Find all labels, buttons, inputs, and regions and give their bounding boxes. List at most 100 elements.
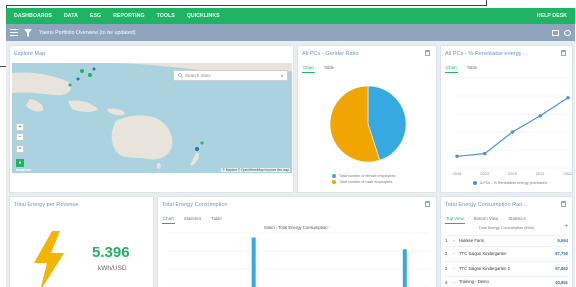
card-tabs: Chart Table [302,64,335,73]
data-point [483,151,487,156]
card-tabs: Chart Statistics Table [162,215,223,224]
export-icon[interactable] [561,201,566,207]
menu-icon[interactable] [10,29,18,36]
tab-statistics[interactable]: Statistics [183,215,203,224]
rank-number: 4 [445,279,448,285]
add-icon[interactable]: + [564,224,568,230]
data-point [510,130,515,134]
frame-right-line [486,0,487,6]
ranking-header: Total Energy Consumption (kWh) [478,226,535,230]
chevron-down-icon[interactable]: ▾ [281,73,283,78]
locate-icon[interactable]: ● [16,159,24,167]
chart-title: Solen - Total Energy Consumption - [263,225,331,230]
nav-data[interactable]: DATA [64,13,78,19]
site-value: 57,862 [555,266,568,271]
tab-statistics[interactable]: Statistics [507,215,527,224]
bar [402,249,407,287]
filter-icon[interactable] [23,28,33,38]
nav-esg[interactable]: ESG [90,13,101,19]
nav-reporting[interactable]: REPORTING [113,13,145,19]
site-name[interactable]: TTC Saigon Kindergarten 2 [459,266,546,271]
nav-help-desk[interactable]: HELP DESK [537,13,567,19]
site-name[interactable]: Hukkee Farm [459,238,546,243]
x-tick-label: 2020 [508,171,518,176]
map-search-input[interactable]: Search Sites ▾ [173,70,288,81]
tab-top-view[interactable]: Top View [445,215,465,224]
legend-swatch-female [332,174,336,178]
legend-swatch-renewable [473,181,477,185]
legend-label-female: Total number of female employees [339,174,396,178]
table-row[interactable]: 4 – Training - Demo 40,851 [445,276,568,287]
zoom-out-button[interactable]: − [16,133,24,141]
site-name[interactable]: Training - Demo [459,279,546,284]
card-title: All PCs - Gender Ratio [302,51,359,57]
site-value: 40,851 [555,279,568,285]
table-row[interactable]: 1 – Hukkee Farm 5,564 [445,235,568,245]
legend-swatch-male [332,180,336,184]
settings-icon[interactable] [564,29,571,36]
table-row[interactable]: 3 – TTC Saigon Kindergarten 2 57,862 [445,261,568,275]
nav-quicklinks[interactable]: QUICKLINKS [187,13,220,19]
legend-male: Total number of male employees [332,180,392,184]
fullscreen-icon[interactable] [552,29,559,36]
map-view[interactable]: Search Sites ▾ + − • ● mapbox © Mapbox ©… [12,63,292,173]
tab-table[interactable]: Table [210,215,223,224]
export-icon[interactable] [425,201,430,207]
energy-per-revenue-card: Total Energy per Revenue 5.396 kWh/USD [9,196,154,287]
nav-tools[interactable]: TOOLS [157,13,175,19]
legend-label-renewable: Δ PCs - % Renewable energy purchased [480,181,547,185]
tab-chart[interactable]: Chart [162,215,175,224]
tab-table[interactable]: Table [323,64,336,73]
x-tick-label: 2019 [480,171,490,176]
dashboard-subbar: Yaeris Portfolio Overview (to be updated… [6,24,575,41]
x-tick-label: 2022 [564,171,574,176]
tab-bottom-view[interactable]: Bottom View [473,215,500,224]
site-value: 87,750 [555,251,568,256]
card-title: Total Energy Consumption Ran... [445,202,528,208]
site-value: 5,564 [557,238,568,243]
card-title: Explore Map [14,51,46,57]
export-icon[interactable] [561,50,566,56]
table-row[interactable]: 2 – TTC Saigon Kindergarten 87,750 [445,246,568,260]
bar [251,237,256,287]
mapbox-logo: mapbox [16,167,32,172]
rank-number: 2 [445,251,448,256]
tab-table[interactable]: Table [466,64,479,73]
site-name[interactable]: TTC Saigon Kindergarten [459,251,546,256]
energy-bar-chart [168,232,430,287]
energy-consumption-card: Total Energy Consumption Chart Statistic… [157,196,437,287]
card-tabs: Chart Table [445,64,478,73]
tab-chart[interactable]: Chart [445,64,458,73]
renewable-line-chart: 2018 2019 2020 2021 2022 [453,77,574,176]
kpi-value: 5.396 [92,244,130,261]
ranking-card: Total Energy Consumption Ran... Top View… [440,196,573,287]
rank-number: 3 [445,266,448,271]
compass-icon[interactable]: • [16,145,24,153]
legend-label-male: Total number of male employees [339,180,393,184]
nav-dashboards[interactable]: DASHBOARDS [14,13,52,19]
legend-renewable: Δ PCs - % Renewable energy purchased [473,181,547,185]
explore-map-card: Explore Map Search Sites ▾ + − • ● mapbo… [9,45,294,193]
map-attribution[interactable]: © Mapbox © OpenStreetMap Improve this ma… [221,168,290,172]
map-search-placeholder: Search Sites [185,73,211,78]
data-point [566,96,570,100]
dashboard-app: DASHBOARDS DATA ESG REPORTING TOOLS QUIC… [6,8,575,287]
kpi-unit: kWh/USD [98,265,127,272]
export-icon[interactable] [425,50,430,56]
zoom-in-button[interactable]: + [16,123,24,131]
data-point [538,114,542,118]
gender-ratio-card: All PCs - Gender Ratio Chart Table Total… [297,45,437,193]
legend-female: Total number of female employees [332,174,395,178]
card-title: Total Energy per Revenue [14,202,79,208]
dashboard-title: Yaeris Portfolio Overview (to be updated… [39,29,136,36]
gender-pie-chart [329,85,407,163]
card-title: All PCs - % Renewable energy ... [445,51,528,57]
data-point [455,154,459,158]
card-tabs: Top View Bottom View Statistics [445,215,527,224]
rank-number: 1 [445,238,448,243]
x-tick-label: 2018 [453,171,463,176]
top-navigation: DASHBOARDS DATA ESG REPORTING TOOLS QUIC… [6,8,575,24]
tab-chart[interactable]: Chart [302,64,315,73]
lightning-icon [34,231,64,287]
search-icon [178,73,183,78]
